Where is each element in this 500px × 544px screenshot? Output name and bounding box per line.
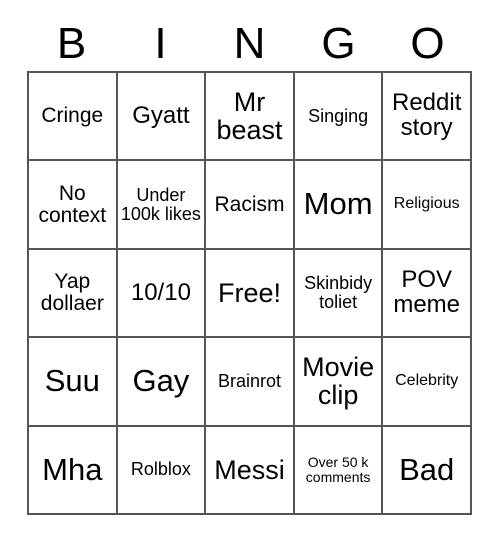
bingo-header-letter: B [56,18,87,68]
bingo-cell[interactable]: Mha [29,426,118,515]
bingo-header-letter: I [154,18,167,68]
bingo-cell[interactable]: Mr beast [206,73,295,162]
bingo-cell-label: Brainrot [217,371,281,392]
bingo-cell-label: Movie clip [302,352,375,411]
bingo-cell[interactable]: No context [29,161,118,250]
bingo-cell[interactable]: Singing [294,73,384,162]
bingo-cell-label: Under 100k likes [120,184,201,224]
bingo-cell-label: No context [38,181,107,227]
bingo-cell[interactable]: Yap dollaer [29,249,118,339]
bingo-cell-label: Messi [214,454,285,485]
bingo-cell[interactable]: Gyatt [117,73,207,162]
bingo-cell[interactable]: Celebrity [383,338,472,427]
bingo-cell-label: Mom [303,186,373,222]
bingo-cell-label: Rolblox [130,459,191,480]
bingo-cell-label: Suu [44,363,100,399]
bingo-cell[interactable]: 10/10 [117,249,207,339]
bingo-cell[interactable]: Cringe [29,73,118,162]
bingo-cell[interactable]: Over 50 k comments [294,426,384,515]
bingo-cell-label: Religious [393,195,460,213]
bingo-cell[interactable]: Under 100k likes [117,161,207,250]
bingo-cell-label: 10/10 [130,278,191,306]
bingo-cell[interactable]: Reddit story [383,73,472,162]
bingo-cell-label: Bad [399,451,455,487]
bingo-cell-label: Reddit story [392,89,462,142]
bingo-cell[interactable]: Mom [294,161,384,250]
bingo-cell-label: Free! [217,277,281,308]
bingo-cell-label: Celebrity [395,372,459,390]
bingo-grid: Cringe Gyatt Mr beast Singing Reddit story No… [27,71,472,515]
bingo-cell[interactable]: Racism [206,161,295,250]
bingo-cell-label: Mr beast [216,87,283,146]
bingo-cell-label: Cringe [41,104,104,128]
bingo-header-row: BINGO [27,16,472,71]
bingo-cell[interactable]: Messi [206,426,295,515]
bingo-cell-label: Skinbidy toliet [304,273,373,312]
bingo-cell-label: Mha [42,451,103,487]
bingo-cell[interactable]: Suu [29,338,118,427]
bingo-cell-label: Racism [214,192,285,216]
bingo-cell-label: Gyatt [132,101,190,129]
bingo-cell-label: Gay [132,363,190,399]
bingo-cell[interactable]: Brainrot [206,338,295,427]
bingo-header-letter: O [410,18,445,68]
bingo-header-letter: N [233,18,266,68]
bingo-free-cell[interactable]: Free! [206,249,295,339]
bingo-cell-label: Singing [308,105,369,126]
bingo-cell[interactable]: Movie clip [294,338,384,427]
bingo-cell[interactable]: Skinbidy toliet [294,249,384,339]
bingo-cell[interactable]: Gay [117,338,207,427]
bingo-cell-label: Over 50 k comments [305,454,371,485]
bingo-header-letter: G [321,18,356,68]
bingo-cell[interactable]: Bad [383,426,472,515]
bingo-cell[interactable]: Religious [383,161,472,250]
bingo-card: B I N G O Cringe Gyatt Mr beast Singing Reddit s… [0,0,500,544]
bingo-cell-label: POV meme [393,266,461,318]
bingo-cell-label: Yap dollaer [40,270,104,315]
bingo-cell[interactable]: Rolblox [117,426,207,515]
bingo-cell[interactable]: POV meme [383,249,472,339]
